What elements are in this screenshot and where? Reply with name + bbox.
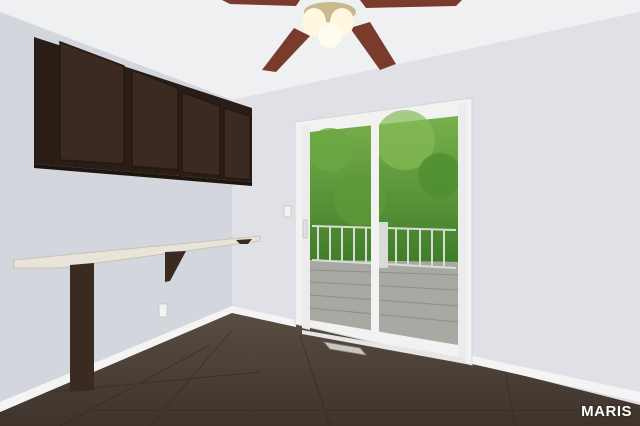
sliding-glass-door <box>294 97 473 366</box>
cabinet-door-2 <box>131 68 179 171</box>
cabinet-door-3 <box>181 90 221 177</box>
cabinet-door-4 <box>223 106 251 181</box>
door-handle <box>302 219 308 239</box>
room-photo: MARIS <box>0 0 640 426</box>
room-illustration <box>0 0 640 426</box>
desk-leg <box>70 263 94 392</box>
wall-outlet <box>158 303 168 318</box>
light-switch <box>283 205 292 218</box>
watermark-text: MARIS <box>581 403 632 420</box>
door-mullion <box>371 123 379 338</box>
railing-post <box>378 222 388 268</box>
